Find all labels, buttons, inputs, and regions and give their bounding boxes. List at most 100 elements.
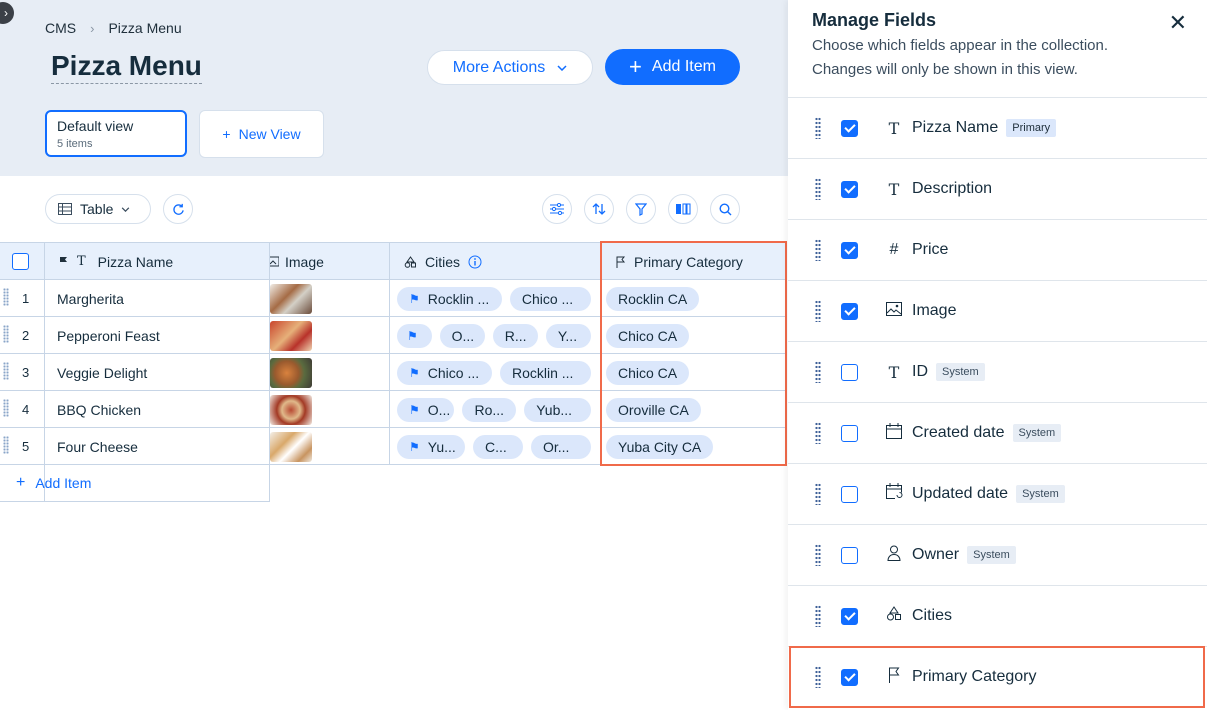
cell-cities[interactable]: ⚑ O... R... Y... xyxy=(397,317,599,354)
drag-handle-icon[interactable] xyxy=(3,288,9,306)
drag-handle-icon[interactable] xyxy=(3,436,9,454)
table-view-selector[interactable]: Table xyxy=(45,194,151,224)
drag-handle-icon[interactable] xyxy=(3,362,9,380)
cell-image[interactable] xyxy=(270,391,312,428)
text-icon: T xyxy=(77,254,86,269)
column-header-cities[interactable]: Cities xyxy=(404,243,482,280)
cell-cities[interactable]: ⚑ Yu... C... Or... xyxy=(397,428,599,465)
add-item-row-label: Add Item xyxy=(35,475,92,491)
city-tag: ⚑ Yu... xyxy=(397,434,465,459)
field-row-image[interactable]: Image xyxy=(788,280,1207,341)
calendar-refresh-icon xyxy=(885,483,903,505)
cell-pizza-name[interactable]: Four Cheese xyxy=(57,428,138,465)
cell-pizza-name[interactable]: Margherita xyxy=(57,280,124,317)
field-checkbox[interactable] xyxy=(841,607,858,625)
field-checkbox[interactable] xyxy=(841,424,858,442)
cell-image[interactable] xyxy=(270,428,312,465)
column-label: Pizza Name xyxy=(97,253,174,270)
field-row-created-date[interactable]: Created date System xyxy=(788,402,1207,463)
drag-handle-icon[interactable] xyxy=(815,239,821,261)
drag-handle-icon[interactable] xyxy=(815,300,821,322)
plus-icon: + xyxy=(16,474,26,491)
field-checkbox[interactable] xyxy=(841,546,858,564)
highlight-primary-category-column xyxy=(600,241,787,466)
column-header-image[interactable]: Image xyxy=(270,243,324,280)
select-all-checkbox[interactable] xyxy=(12,252,29,270)
field-name: Image xyxy=(912,302,957,319)
freeze-columns-button[interactable] xyxy=(668,194,698,224)
cell-pizza-name[interactable]: BBQ Chicken xyxy=(57,391,141,428)
field-row-pizza-name[interactable]: T Pizza Name Primary xyxy=(788,97,1207,158)
field-row-owner[interactable]: Owner System xyxy=(788,524,1207,585)
field-row-price[interactable]: # Price xyxy=(788,219,1207,280)
new-view-button[interactable]: + New View xyxy=(199,110,324,158)
field-name: ID xyxy=(912,363,928,380)
cell-cities[interactable]: ⚑ Rocklin ... Chico ... xyxy=(397,280,599,317)
field-row-id[interactable]: T ID System xyxy=(788,341,1207,402)
image-icon xyxy=(885,301,903,321)
chevron-down-icon xyxy=(557,64,567,71)
city-tag: Or... xyxy=(531,434,591,459)
close-icon[interactable]: ✕ xyxy=(1169,10,1187,36)
drag-handle-icon[interactable] xyxy=(815,483,821,505)
plus-icon: + xyxy=(629,54,642,79)
drag-handle-icon[interactable] xyxy=(815,361,821,383)
breadcrumb-cms[interactable]: CMS xyxy=(45,20,76,36)
refresh-button[interactable] xyxy=(163,194,193,224)
field-checkbox[interactable] xyxy=(841,180,858,198)
field-checkbox[interactable] xyxy=(841,485,858,503)
field-checkbox[interactable] xyxy=(841,363,858,381)
cell-image[interactable] xyxy=(270,354,312,391)
filter-button[interactable] xyxy=(626,194,656,224)
search-button[interactable] xyxy=(710,194,740,224)
cell-image[interactable] xyxy=(270,317,312,354)
field-name: Created date xyxy=(912,424,1005,441)
sidebar-toggle-button[interactable]: › xyxy=(0,2,14,24)
field-name: Owner xyxy=(912,546,960,563)
field-row-updated-date[interactable]: Updated date System xyxy=(788,463,1207,524)
field-row-cities[interactable]: Cities xyxy=(788,585,1207,646)
add-item-button[interactable]: + Add Item xyxy=(605,49,740,85)
sliders-icon xyxy=(550,203,564,215)
info-icon[interactable] xyxy=(468,255,482,269)
more-actions-label: More Actions xyxy=(452,58,546,76)
manage-fields-button[interactable] xyxy=(542,194,572,224)
search-icon xyxy=(718,202,731,215)
view-tab-default[interactable]: Default view 5 items xyxy=(45,110,187,157)
more-actions-button[interactable]: More Actions xyxy=(427,50,593,85)
field-checkbox[interactable] xyxy=(841,119,858,137)
city-tag: Ro... xyxy=(462,397,517,422)
drag-handle-icon[interactable] xyxy=(815,422,821,444)
cell-image[interactable] xyxy=(270,280,312,317)
page-header: › CMS › Pizza Menu Pizza Menu More Actio… xyxy=(0,0,788,176)
drag-handle-icon[interactable] xyxy=(815,544,821,566)
field-row-description[interactable]: T Description xyxy=(788,158,1207,219)
cell-pizza-name[interactable]: Veggie Delight xyxy=(57,354,147,391)
field-name: Description xyxy=(912,180,993,197)
field-checkbox[interactable] xyxy=(841,302,858,320)
drag-handle-icon[interactable] xyxy=(815,117,821,139)
filter-icon xyxy=(635,202,647,216)
drag-handle-icon[interactable] xyxy=(815,605,821,627)
flag-icon: ⚑ xyxy=(409,439,420,454)
drag-handle-icon[interactable] xyxy=(3,325,9,343)
column-header-pizza-name[interactable]: T Pizza Name xyxy=(59,243,173,280)
field-checkbox[interactable] xyxy=(841,241,858,259)
cell-cities[interactable]: ⚑ Chico ... Rocklin ... xyxy=(397,354,599,391)
cell-pizza-name[interactable]: Pepperoni Feast xyxy=(57,317,160,354)
panel-subtitle: Choose which fields appear in the collec… xyxy=(812,37,1109,78)
primary-tag: Primary xyxy=(1006,119,1057,137)
add-item-row-button[interactable]: + Add Item xyxy=(0,465,270,502)
new-view-label: New View xyxy=(238,126,301,142)
flag-icon: ⚑ xyxy=(409,402,420,417)
sort-button[interactable] xyxy=(584,194,614,224)
pizza-thumbnail xyxy=(270,357,312,388)
plus-icon: + xyxy=(222,126,231,142)
text-icon: T xyxy=(888,362,900,382)
page-title[interactable]: Pizza Menu xyxy=(51,50,202,84)
drag-handle-icon[interactable] xyxy=(3,399,9,417)
cell-cities[interactable]: ⚑ O... Ro... Yub... xyxy=(397,391,599,428)
panel-title: Manage Fields xyxy=(812,10,937,30)
drag-handle-icon[interactable] xyxy=(815,178,821,200)
table-selector-label: Table xyxy=(80,201,114,217)
